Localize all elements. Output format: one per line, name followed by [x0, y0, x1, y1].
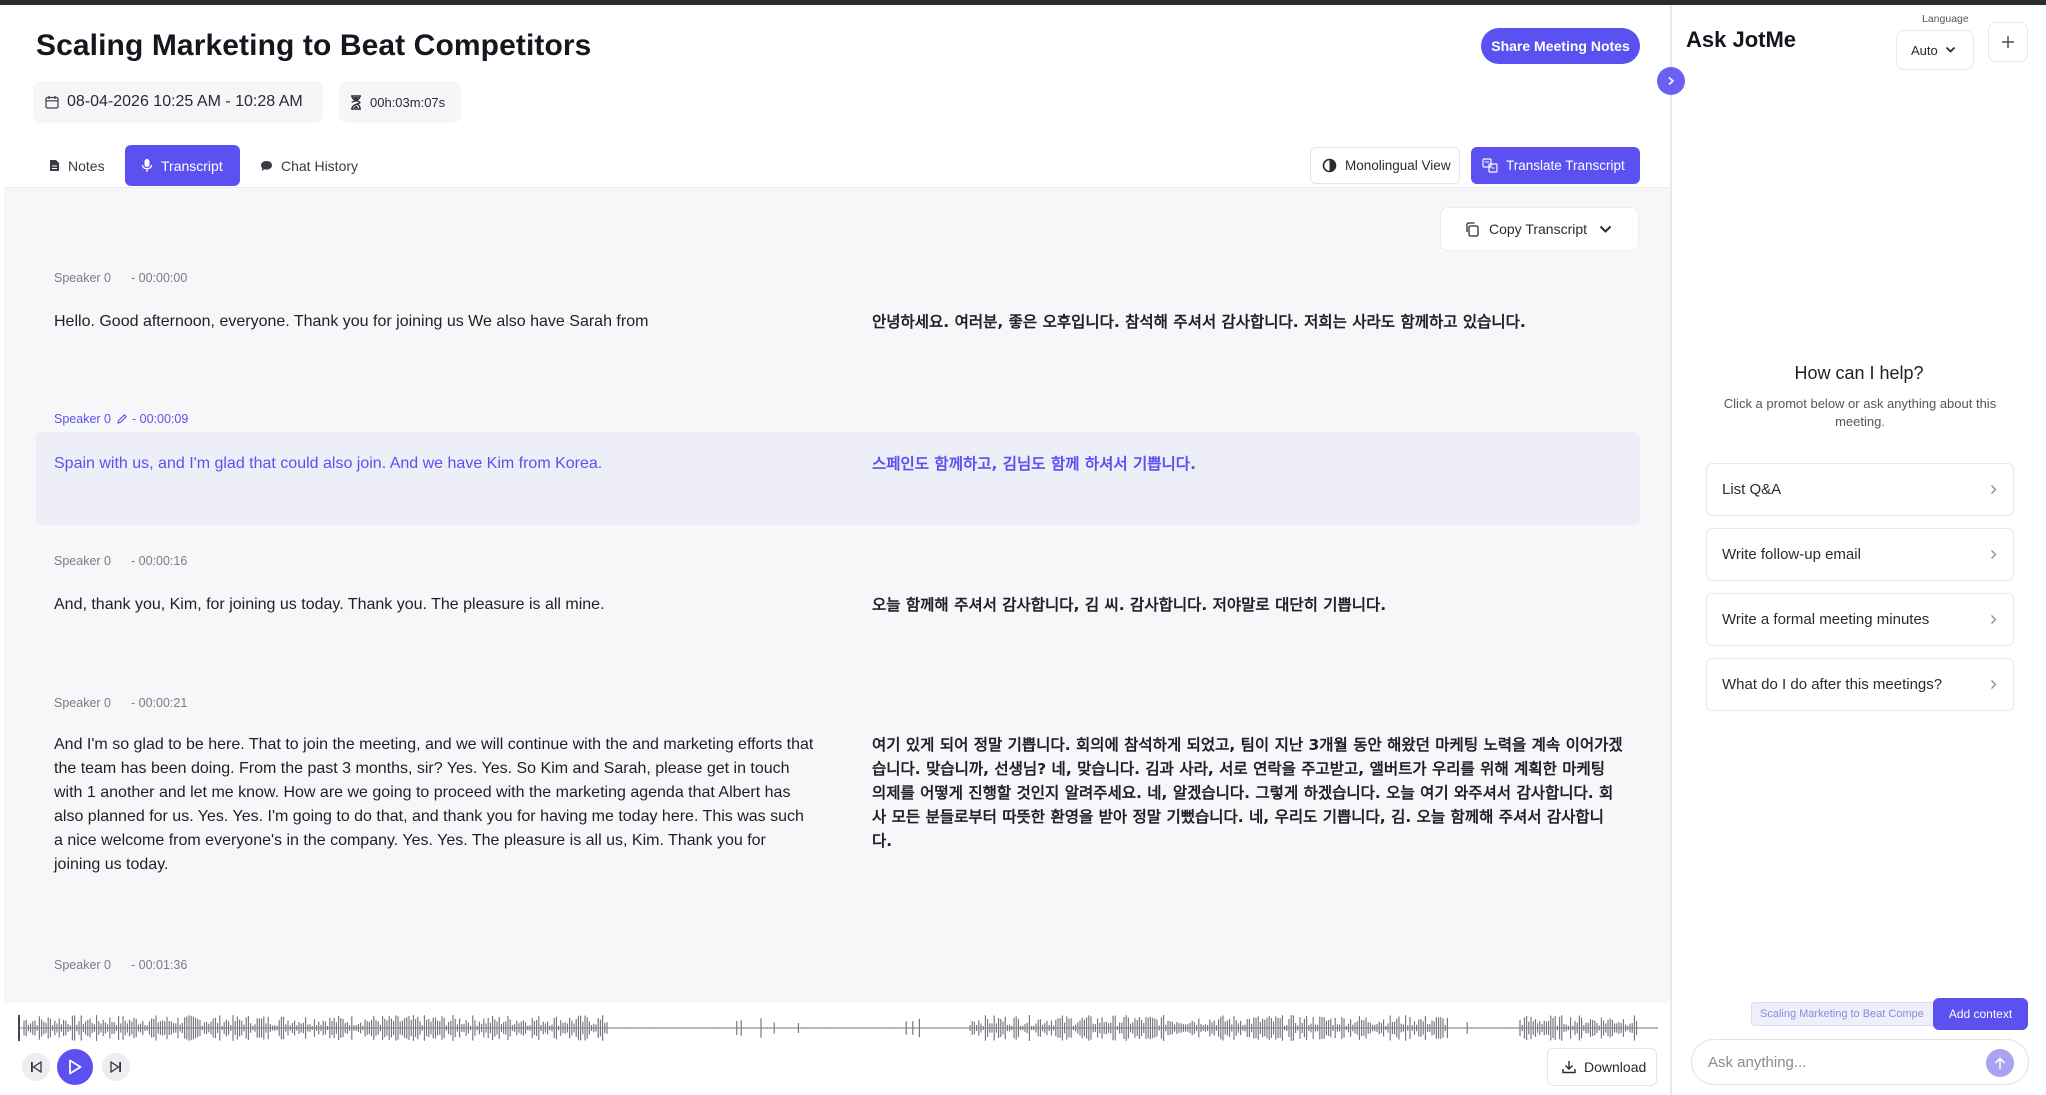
download-label: Download [1584, 1059, 1647, 1075]
toggle-view-icon [1322, 158, 1337, 173]
meeting-date-pill: 08-04-2026 10:25 AM - 10:28 AM [33, 81, 323, 123]
meeting-duration: 00h:03m:07s [370, 94, 446, 110]
speaker-label[interactable]: Speaker 0 [54, 554, 111, 568]
hourglass-icon [351, 94, 361, 110]
ask-jotme-panel: Ask JotMe Language Auto How can I help? … [1672, 5, 2046, 1095]
segment-timestamp[interactable]: - 00:00:21 [131, 696, 187, 710]
assistant-title: Ask JotMe [1686, 27, 1797, 52]
speaker-label[interactable]: Speaker 0 [54, 271, 111, 285]
pencil-icon[interactable] [116, 413, 128, 425]
send-button[interactable] [1986, 1049, 2014, 1077]
ask-input[interactable] [1691, 1039, 2029, 1085]
segment-text: And I'm so glad to be here. That to join… [54, 736, 814, 873]
segment-translation: 여기 있게 되어 정말 기쁩니다. 회의에 참석하게 되었고, 팀이 지난 3개… [872, 736, 1623, 850]
translate-transcript-button[interactable]: Translate Transcript [1471, 147, 1640, 184]
chevron-right-icon [1991, 550, 1997, 559]
segment-text: Spain with us, and I'm glad that could a… [54, 455, 603, 472]
main-pane: Scaling Marketing to Beat Competitors Sh… [0, 5, 1670, 1095]
chevron-right-icon [1991, 615, 1997, 624]
download-icon [1562, 1061, 1576, 1074]
meeting-duration-pill: 00h:03m:07s [339, 81, 461, 123]
language-value: Auto [1911, 42, 1938, 58]
help-title: How can I help? [1794, 363, 1924, 383]
transcript-segment: Speaker 0 - 00:00:00 Hello. Good afterno… [36, 188, 1640, 331]
transcript-area[interactable]: Copy Transcript Speaker 0 - 00:00:00 Hel… [4, 187, 1670, 1003]
tab-chat-history[interactable]: Chat History [252, 145, 372, 186]
segment-timestamp[interactable]: - 00:00:16 [131, 554, 187, 568]
audio-player: Download [4, 1003, 1670, 1095]
arrow-up-icon [1994, 1056, 2006, 1069]
prompt-label: Write a formal meeting minutes [1722, 611, 1930, 628]
chat-bubble-icon [261, 160, 272, 171]
chevron-right-icon [1991, 680, 1997, 689]
tab-notes[interactable]: Notes [40, 145, 112, 186]
segment-timestamp[interactable]: - 00:00:09 [132, 412, 188, 426]
segment-header-active: Speaker 0 - 00:00:09 [54, 412, 188, 426]
translate-transcript-label: Translate Transcript [1506, 158, 1625, 173]
transcript-segment-active: Spain with us, and I'm glad that could a… [36, 432, 1640, 525]
tab-notes-label: Notes [68, 157, 105, 174]
segment-text: And, thank you, Kim, for joining us toda… [54, 596, 605, 613]
play-button[interactable] [57, 1049, 93, 1085]
audio-waveform[interactable] [18, 1011, 1658, 1045]
prompt-next-steps[interactable]: What do I do after this meetings? [1706, 658, 2014, 711]
translate-icon [1482, 158, 1498, 173]
context-chip[interactable]: Scaling Marketing to Beat Compe [1751, 1002, 1941, 1026]
segment-translation: 오늘 함께해 주셔서 감사합니다, 김 씨. 감사합니다. 저야말로 대단히 기… [872, 596, 1387, 614]
segment-header: Speaker 0 - 00:00:21 [54, 696, 187, 710]
tab-transcript-label: Transcript [161, 157, 223, 174]
prompt-label: Write follow-up email [1722, 546, 1861, 563]
prompt-label: List Q&A [1722, 481, 1782, 498]
segment-timestamp[interactable]: - 00:00:00 [131, 271, 187, 285]
prompt-list-qa[interactable]: List Q&A [1706, 463, 2014, 516]
segment-header: Speaker 0 - 00:01:36 [54, 958, 187, 972]
prompt-label: What do I do after this meetings? [1722, 676, 1943, 693]
segment-translation: 안녕하세요. 여러분, 좋은 오후입니다. 참석해 주셔서 감사합니다. 저희는… [872, 313, 1526, 331]
segment-text: Hello. Good afternoon, everyone. Thank y… [54, 313, 649, 330]
share-meeting-notes-button[interactable]: Share Meeting Notes [1481, 28, 1640, 64]
speaker-label[interactable]: Speaker 0 [54, 412, 111, 426]
segment-header: Speaker 0 - 00:00:16 [54, 554, 187, 568]
language-label: Language [1922, 13, 1969, 25]
skip-back-icon [31, 1061, 42, 1073]
collapse-panel-button[interactable] [1657, 67, 1685, 95]
chevron-down-icon [1945, 46, 1955, 53]
prompt-follow-up-email[interactable]: Write follow-up email [1706, 528, 2014, 581]
chevron-right-icon [1991, 485, 1997, 494]
segment-header: Speaker 0 - 00:00:00 [54, 271, 187, 285]
monolingual-view-label: Monolingual View [1345, 158, 1451, 173]
meeting-title: Scaling Marketing to Beat Competitors [36, 29, 592, 62]
meeting-datetime: 08-04-2026 10:25 AM - 10:28 AM [67, 93, 303, 110]
segment-timestamp[interactable]: - 00:01:36 [131, 958, 187, 972]
chevron-right-icon [1668, 76, 1675, 86]
skip-forward-icon [110, 1061, 121, 1073]
plus-icon [2002, 36, 2014, 48]
file-icon [50, 160, 59, 171]
language-select[interactable]: Auto [1896, 30, 1974, 70]
play-icon [69, 1059, 82, 1075]
tab-transcript[interactable]: Transcript [125, 145, 240, 186]
download-button[interactable]: Download [1547, 1048, 1657, 1086]
tab-chat-history-label: Chat History [281, 157, 359, 174]
skip-forward-button[interactable] [102, 1053, 130, 1081]
calendar-icon [45, 96, 59, 109]
segment-translation: 스페인도 함께하고, 김님도 함께 하셔서 기쁩니다. [872, 455, 1196, 473]
microphone-icon [141, 159, 153, 172]
prompt-meeting-minutes[interactable]: Write a formal meeting minutes [1706, 593, 2014, 646]
new-chat-button[interactable] [1988, 22, 2028, 62]
speaker-label[interactable]: Speaker 0 [54, 958, 111, 972]
speaker-label[interactable]: Speaker 0 [54, 696, 111, 710]
skip-back-button[interactable] [22, 1053, 50, 1081]
help-subtitle: Click a promot below or ask anything abo… [1723, 396, 1997, 429]
monolingual-view-button[interactable]: Monolingual View [1310, 147, 1460, 184]
add-context-button[interactable]: Add context [1933, 998, 2028, 1030]
